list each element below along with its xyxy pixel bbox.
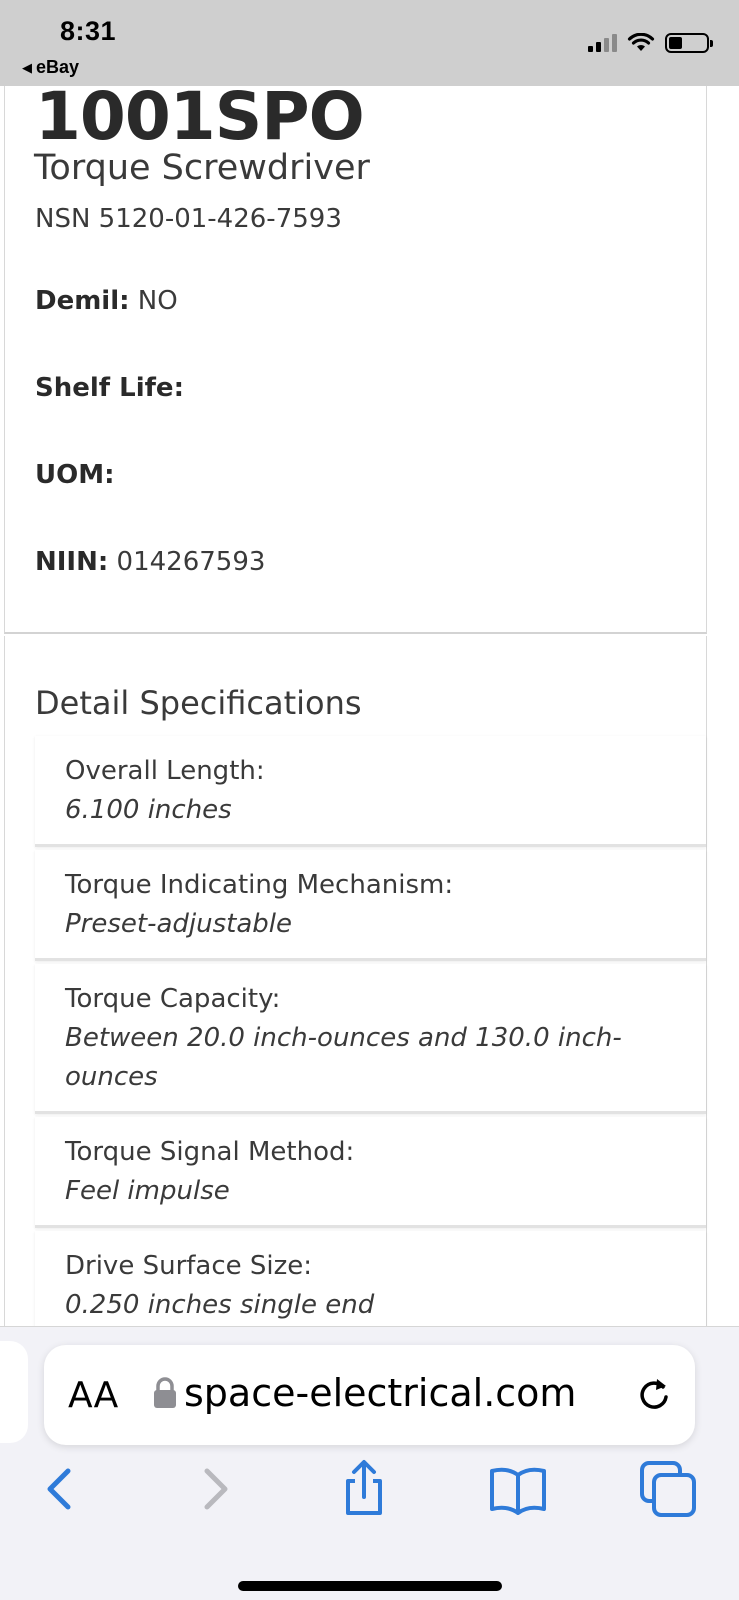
field-label: Shelf Life: — [35, 373, 184, 403]
spec-label: Torque Signal Method: — [65, 1137, 355, 1167]
spec-label: Torque Capacity: — [65, 984, 281, 1014]
spec-item: Overall Length: 6.100 inches — [35, 736, 706, 847]
status-bar: 8:31 ◀ eBay — [0, 0, 739, 86]
spec-label: Overall Length: — [65, 756, 265, 786]
niin-field: NIIN: 014267593 — [35, 547, 265, 577]
battery-icon — [665, 33, 713, 53]
browser-toolbar — [0, 1459, 739, 1529]
wifi-icon — [627, 33, 655, 51]
url-text[interactable]: space-electrical.com — [184, 1371, 654, 1415]
home-indicator[interactable] — [238, 1581, 502, 1591]
field-value: 014267593 — [116, 547, 266, 577]
uom-field: UOM: — [35, 460, 115, 490]
spec-item: Drive Surface Size: 0.250 inches single … — [35, 1231, 706, 1326]
product-name: Torque Screwdriver — [34, 148, 370, 188]
detail-specifications-card: Detail Specifications Overall Length: 6.… — [4, 636, 707, 1326]
field-label: Demil: — [35, 286, 130, 316]
spec-label: Drive Surface Size: — [65, 1251, 313, 1281]
share-icon[interactable] — [334, 1459, 394, 1519]
section-title: Detail Specifications — [35, 684, 362, 722]
spec-label: Torque Indicating Mechanism: — [65, 870, 454, 900]
forward-arrow-icon[interactable] — [185, 1459, 245, 1519]
field-value: NO — [137, 286, 178, 316]
previous-tab-preview[interactable] — [0, 1341, 28, 1443]
field-label: NIIN: — [35, 547, 109, 577]
cellular-signal-icon — [588, 34, 617, 52]
spec-list: Overall Length: 6.100 inches Torque Indi… — [35, 736, 706, 1326]
lock-icon — [154, 1377, 176, 1408]
reload-icon[interactable] — [633, 1375, 673, 1415]
text-size-button[interactable]: AA — [68, 1375, 118, 1416]
status-icons — [588, 33, 713, 53]
spec-value: 0.250 inches single end — [65, 1290, 375, 1320]
back-to-app-button[interactable]: ◀ eBay — [22, 57, 79, 78]
product-summary-card: 1001SPO Torque Screwdriver NSN 5120-01-4… — [4, 86, 707, 634]
nsn-text: NSN 5120-01-426-7593 — [35, 204, 342, 234]
shelf-life-field: Shelf Life: — [35, 373, 184, 403]
clock: 8:31 — [60, 16, 117, 46]
text-size-label: AA — [68, 1375, 119, 1416]
browser-chrome: AA space-electrical.com — [0, 1326, 739, 1600]
field-label: UOM: — [35, 460, 115, 490]
spec-value: 6.100 inches — [65, 795, 232, 825]
back-arrow-icon[interactable] — [30, 1459, 90, 1519]
web-page: 1001SPO Torque Screwdriver NSN 5120-01-4… — [0, 86, 739, 1326]
part-number-heading: 1001SPO — [35, 86, 365, 155]
spec-item: Torque Capacity: Between 20.0 inch-ounce… — [35, 964, 706, 1114]
demil-field: Demil: NO — [35, 286, 178, 316]
spec-value: Feel impulse — [65, 1176, 230, 1206]
bookmarks-icon[interactable] — [488, 1459, 548, 1519]
back-app-label: eBay — [36, 57, 80, 77]
address-bar[interactable]: AA space-electrical.com — [44, 1345, 695, 1445]
spec-value: Preset-adjustable — [65, 909, 293, 939]
spec-value: Between 20.0 inch-ounces and 130.0 inch-… — [65, 1023, 622, 1092]
spec-item: Torque Signal Method: Feel impulse — [35, 1117, 706, 1228]
back-triangle-icon: ◀ — [22, 59, 32, 75]
tabs-icon[interactable] — [638, 1459, 698, 1519]
spec-item: Torque Indicating Mechanism: Preset-adju… — [35, 850, 706, 961]
